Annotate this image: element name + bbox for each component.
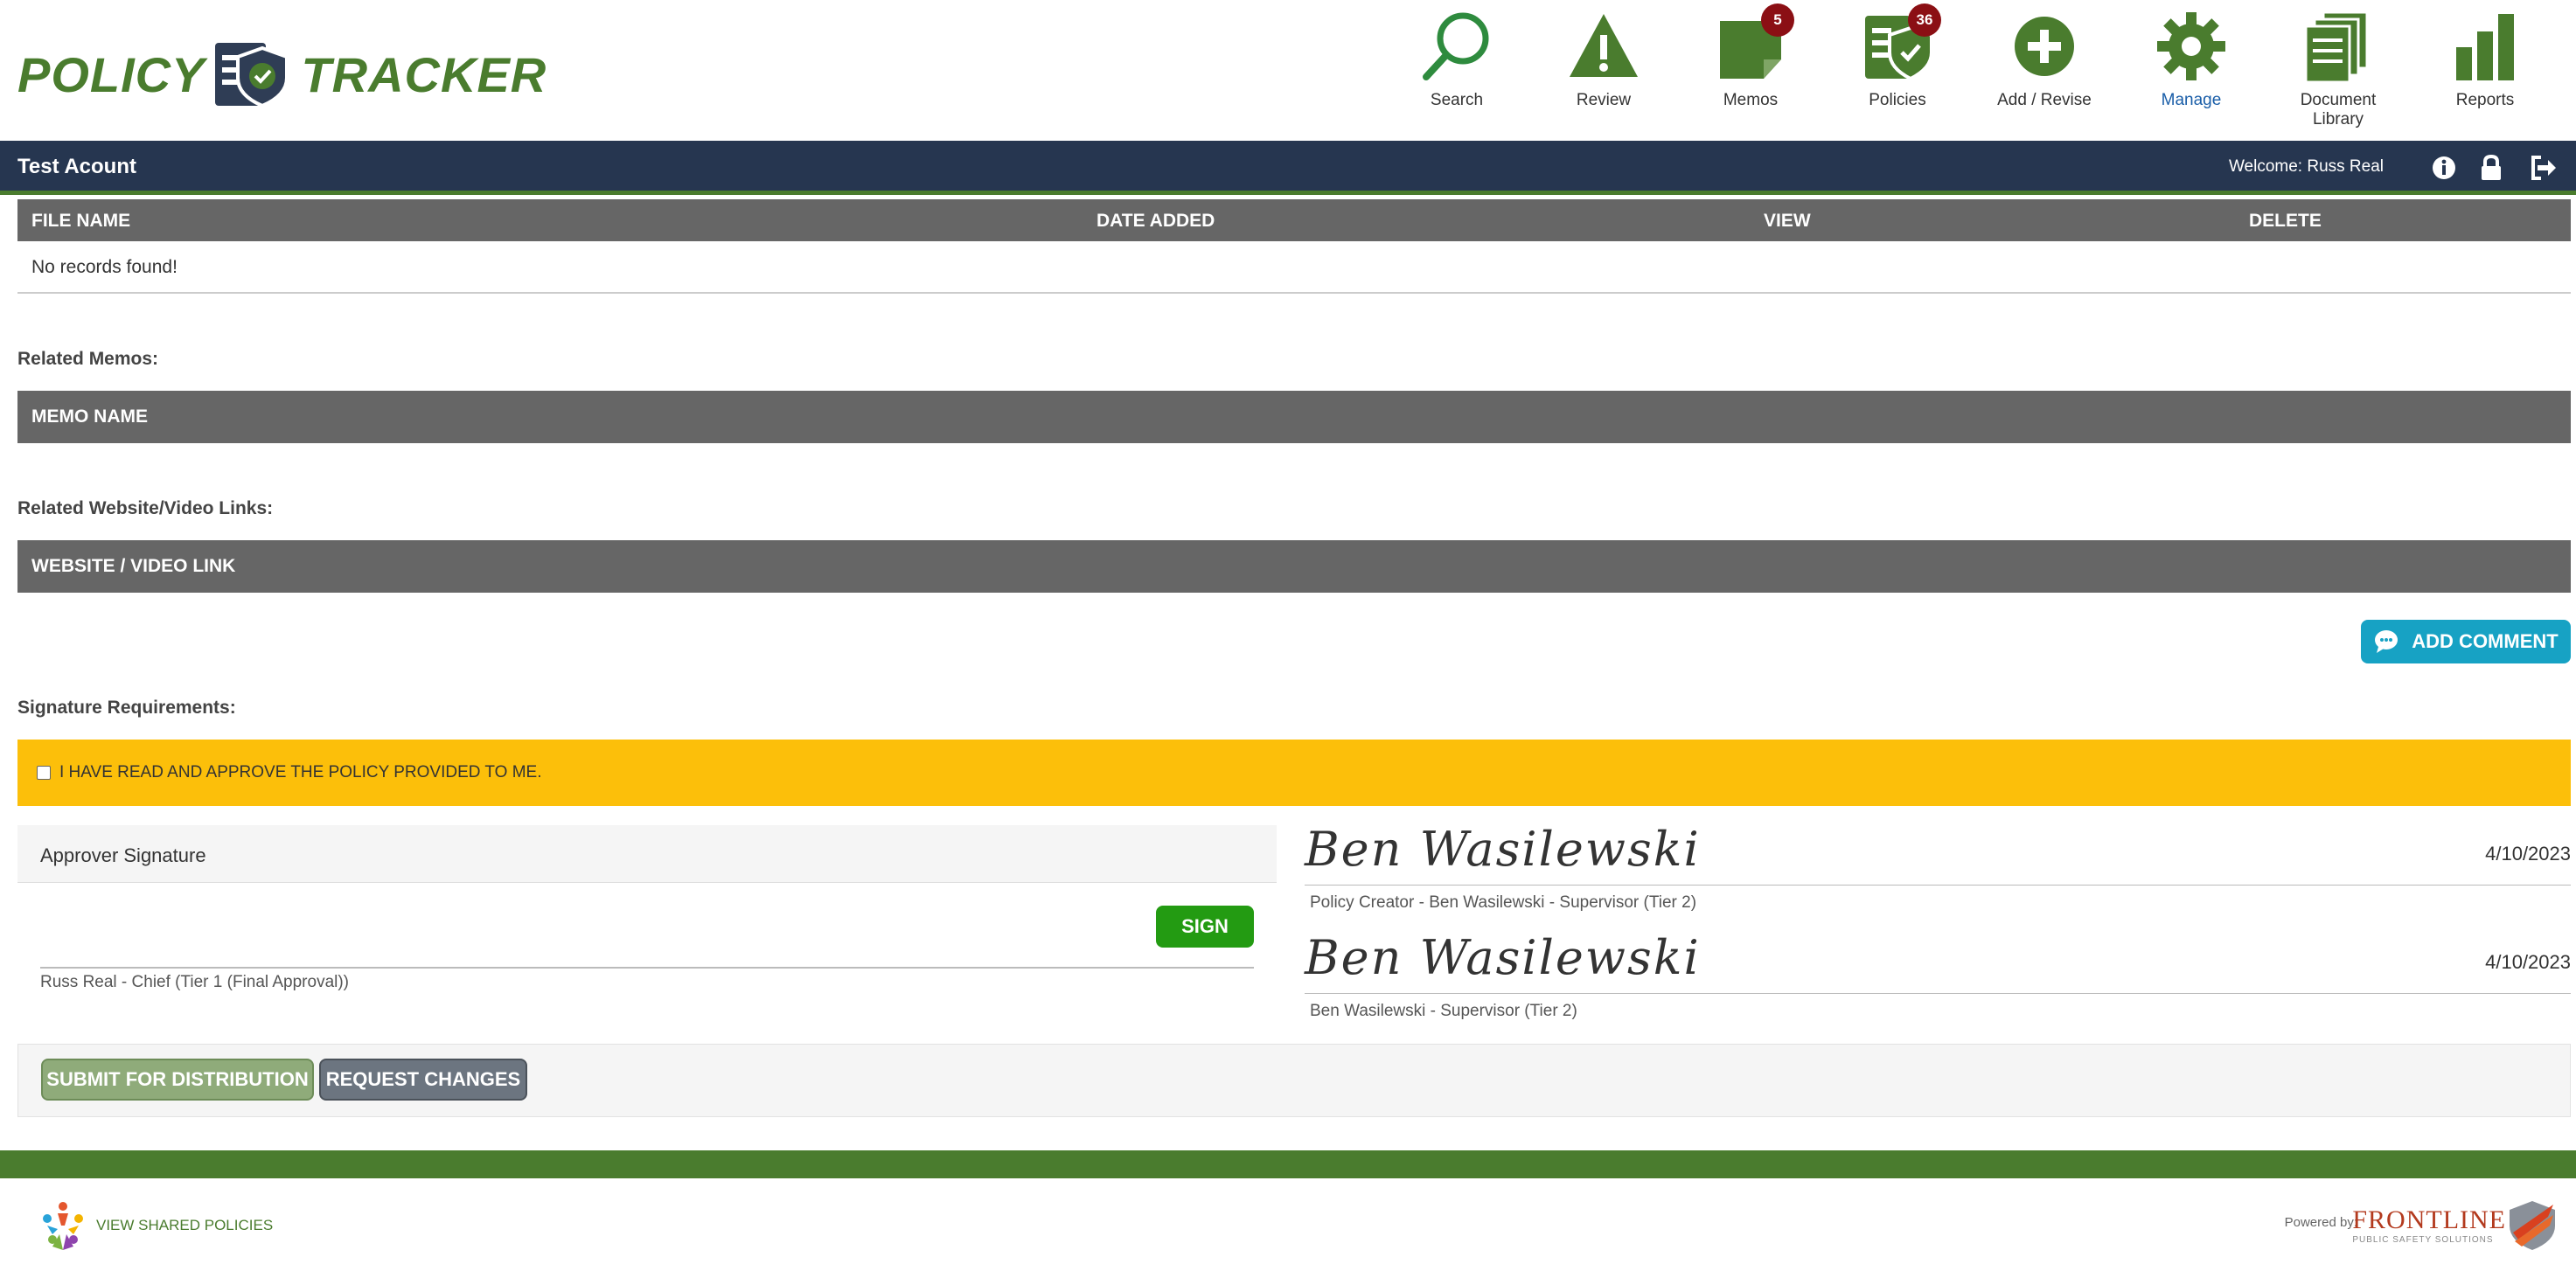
signature-image: Ben Wasilewski bbox=[1305, 930, 1701, 985]
memo-table-header: MEMO NAME bbox=[17, 391, 2571, 443]
logo-text-tracker: TRACKER bbox=[301, 46, 547, 102]
submit-label: SUBMIT FOR DISTRIBUTION bbox=[46, 1068, 309, 1090]
account-bar: Test Acount Welcome: Russ Real bbox=[0, 141, 2576, 195]
plus-circle-icon bbox=[2015, 17, 2074, 76]
submit-for-distribution-button[interactable]: SUBMIT FOR DISTRIBUTION bbox=[41, 1059, 314, 1101]
approve-checkbox[interactable] bbox=[37, 766, 51, 780]
signature-caption: Ben Wasilewski - Supervisor (Tier 2) bbox=[1310, 1002, 1577, 1020]
sign-button[interactable]: SIGN bbox=[1156, 906, 1254, 948]
request-changes-button[interactable]: REQUEST CHANGES bbox=[319, 1059, 527, 1101]
add-comment-button[interactable]: ADD COMMENT bbox=[2361, 620, 2571, 663]
view-shared-policies-text: VIEW SHARED POLICIES bbox=[96, 1217, 274, 1233]
main-nav: Search Review 5 Memos 36 Policies Add / … bbox=[1383, 3, 2559, 129]
col-file-name[interactable]: FILE NAME bbox=[31, 211, 130, 232]
nav-label-reports: Reports bbox=[2455, 91, 2515, 109]
nav-policies[interactable]: 36 Policies bbox=[1824, 3, 1971, 129]
nav-label-document-library: Document Library bbox=[2300, 91, 2377, 128]
files-table-header: FILE NAME DATE ADDED VIEW DELETE bbox=[17, 199, 2571, 241]
nav-manage[interactable]: Manage bbox=[2118, 9, 2265, 129]
lock-icon[interactable] bbox=[2476, 153, 2506, 183]
col-website-video-link[interactable]: WEBSITE / VIDEO LINK bbox=[31, 556, 235, 576]
signature-date: 4/10/2023 bbox=[2485, 951, 2571, 973]
frontline-brand: FRONTLINE bbox=[2352, 1205, 2506, 1234]
no-records-text: No records found! bbox=[31, 257, 178, 277]
signature-image: Ben Wasilewski bbox=[1305, 822, 1701, 877]
approve-text[interactable]: I HAVE READ AND APPROVE THE POLICY PROVI… bbox=[59, 763, 542, 782]
approve-policy-box: I HAVE READ AND APPROVE THE POLICY PROVI… bbox=[17, 740, 2571, 806]
nav-reports[interactable]: Reports bbox=[2412, 9, 2559, 129]
logo-text-policy: POLICY bbox=[17, 46, 205, 102]
warning-icon bbox=[1570, 14, 1638, 77]
nav-label-policies: Policies bbox=[1869, 91, 1926, 109]
nav-add-revise[interactable]: Add / Revise bbox=[1971, 9, 2118, 129]
info-icon[interactable] bbox=[2429, 153, 2459, 183]
powered-by-text: Powered by: bbox=[2284, 1215, 2357, 1230]
related-links-label: Related Website/Video Links: bbox=[17, 498, 274, 518]
gear-icon bbox=[2157, 12, 2225, 80]
nav-memos[interactable]: 5 Memos bbox=[1677, 3, 1824, 129]
policy-detail-content: FILE NAME DATE ADDED VIEW DELETE No reco… bbox=[17, 199, 2571, 1117]
approver-signature-heading: Approver Signature bbox=[17, 825, 1277, 883]
nav-label-review: Review bbox=[1576, 91, 1632, 109]
related-memos-label: Related Memos: bbox=[17, 349, 159, 369]
bar-chart-icon bbox=[2456, 14, 2514, 80]
logout-icon[interactable] bbox=[2529, 153, 2559, 183]
signature-rule bbox=[1305, 885, 2571, 886]
col-delete: DELETE bbox=[2249, 211, 2322, 231]
frontline-tagline: PUBLIC SAFETY SOLUTIONS bbox=[2352, 1234, 2494, 1245]
request-changes-label: REQUEST CHANGES bbox=[325, 1068, 521, 1090]
nav-label-manage: Manage bbox=[2161, 91, 2222, 109]
action-row: SUBMIT FOR DISTRIBUTION REQUEST CHANGES bbox=[17, 1044, 2571, 1117]
approver-signature-line bbox=[40, 967, 1254, 969]
signature-caption: Policy Creator - Ben Wasilewski - Superv… bbox=[1310, 893, 1697, 912]
policies-count-badge: 36 bbox=[1908, 3, 1941, 37]
nav-label-search: Search bbox=[1430, 91, 1484, 109]
approver-heading-text: Approver Signature bbox=[40, 844, 206, 866]
files-empty-row: No records found! bbox=[17, 241, 2571, 294]
memos-count-badge: 5 bbox=[1761, 3, 1794, 37]
nav-label-add-revise: Add / Revise bbox=[1997, 91, 2092, 109]
col-view: VIEW bbox=[1764, 211, 1811, 231]
add-comment-label: ADD COMMENT bbox=[2412, 630, 2559, 652]
nav-search[interactable]: Search bbox=[1383, 9, 1530, 129]
footer: VIEW SHARED POLICIES Powered by: FRONTLI… bbox=[0, 1178, 2576, 1278]
comment-icon bbox=[2375, 630, 2398, 653]
frontline-logo[interactable]: FRONTLINE PUBLIC SAFETY SOLUTIONS bbox=[2352, 1198, 2559, 1252]
signature-rule bbox=[1305, 993, 2571, 994]
signature-entry: Ben Wasilewski 4/10/2023 Ben Wasilewski … bbox=[1305, 930, 2571, 1026]
view-shared-policies-link[interactable]: VIEW SHARED POLICIES bbox=[38, 1199, 273, 1252]
footer-bar bbox=[0, 1150, 2576, 1178]
search-icon bbox=[1423, 12, 1489, 80]
nav-document-library[interactable]: Document Library bbox=[2265, 9, 2412, 129]
top-header: POLICY TRACKER Search Review 5 Memos 36 … bbox=[0, 0, 2576, 140]
nav-review[interactable]: Review bbox=[1530, 9, 1677, 129]
documents-icon bbox=[2304, 10, 2369, 84]
frontline-shield-icon bbox=[2510, 1201, 2555, 1250]
nav-label-memos: Memos bbox=[1723, 91, 1779, 109]
welcome-text: Welcome: Russ Real bbox=[2228, 157, 2384, 176]
links-table-header: WEBSITE / VIDEO LINK bbox=[17, 540, 2571, 593]
policy-tracker-logo[interactable]: POLICY TRACKER bbox=[17, 35, 547, 114]
signature-date: 4/10/2023 bbox=[2485, 843, 2571, 865]
signature-requirements-label: Signature Requirements: bbox=[17, 698, 236, 718]
col-memo-name[interactable]: MEMO NAME bbox=[31, 406, 148, 427]
approver-role-text: Russ Real - Chief (Tier 1 (Final Approva… bbox=[40, 973, 350, 991]
col-date-added[interactable]: DATE ADDED bbox=[1097, 211, 1215, 232]
account-name: Test Acount bbox=[17, 155, 136, 178]
logo-shield-icon bbox=[213, 39, 292, 109]
sign-button-label: SIGN bbox=[1181, 915, 1229, 937]
shared-people-icon bbox=[43, 1202, 83, 1250]
signature-entry: Ben Wasilewski 4/10/2023 Policy Creator … bbox=[1305, 822, 2571, 918]
